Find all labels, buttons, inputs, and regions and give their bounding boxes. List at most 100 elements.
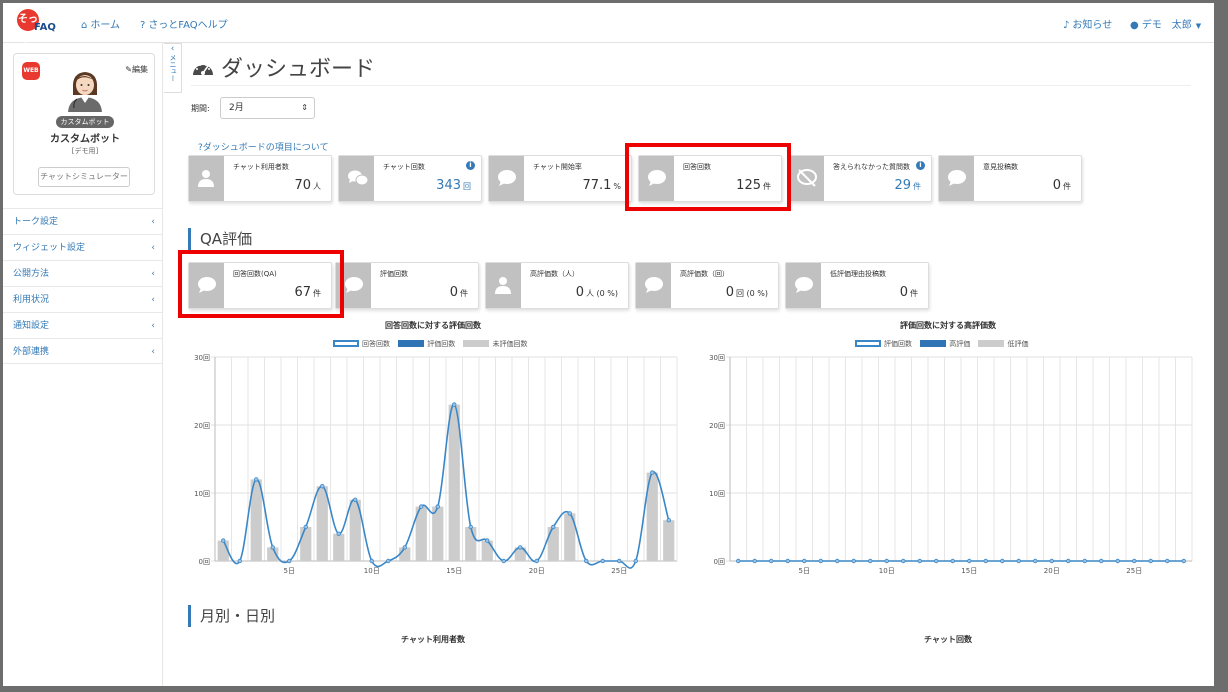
dashboard-help-link[interactable]: ?ダッシュボードの項目について [198, 140, 329, 153]
stat-number: 0 [899, 285, 908, 300]
stat-value: 70 人 [294, 178, 321, 193]
sidebar-item-usage[interactable]: 利用状況 ‹ [3, 286, 163, 312]
chat-icon [939, 156, 974, 201]
data-point [435, 504, 440, 509]
sidebar-item-integrations[interactable]: 外部連携 ‹ [3, 338, 163, 364]
nav-notice-link[interactable]: ♪ お知らせ [1063, 16, 1112, 31]
legend-label: 高評価 [949, 340, 971, 348]
sidebar: WEB ✎編集 カスタムボット カスタムボット [デモ用] チャットシミュレータ… [3, 43, 163, 686]
user-menu[interactable]: ● デモ 太郎 ▼ [1130, 16, 1201, 31]
legend-label: 未評価回数 [492, 340, 528, 348]
data-point [967, 558, 972, 564]
legend-item[interactable]: 回答回数 [333, 340, 390, 348]
x-tick-label: 10日 [364, 567, 380, 575]
data-point [752, 558, 757, 564]
y-tick-label: 0回 [199, 558, 210, 566]
legend-item[interactable]: 低評価 [978, 340, 1028, 348]
bar [333, 533, 345, 561]
dashboard-help-label: ダッシュボードの項目について [202, 143, 329, 153]
stat-card: 高評価数（回） 0 回 (0 %) [635, 262, 779, 309]
select-arrows-icon: ⇕ [301, 103, 308, 112]
stat-label: 高評価数（回） [680, 270, 729, 278]
nav-home-link[interactable]: ⌂ ホーム [81, 16, 120, 31]
sidebar-item-notifications[interactable]: 通知設定 ‹ [3, 312, 163, 338]
bot-tag: カスタムボット [56, 116, 114, 128]
data-point [254, 477, 259, 482]
qa-section-title: QA評価 [188, 228, 252, 250]
stat-value: 29 件 [894, 178, 921, 193]
question-circle-icon: ? [140, 20, 146, 31]
chevron-left-icon: ‹ [170, 44, 175, 54]
x-tick-label: 20日 [529, 567, 545, 575]
legend-item[interactable]: 未評価回数 [463, 340, 527, 348]
data-point [534, 558, 539, 564]
stat-label: 意見投稿数 [983, 163, 1018, 171]
data-point [1000, 558, 1005, 564]
stat-unit: 回 [463, 182, 471, 191]
x-tick-label: 15日 [961, 567, 977, 575]
sidebar-item-talk-settings[interactable]: トーク設定 ‹ [3, 208, 163, 234]
logo-text: FAQ [34, 22, 56, 33]
edit-link[interactable]: ✎編集 [125, 64, 148, 75]
sidebar-item-widget-settings[interactable]: ウィジェット設定 ‹ [3, 234, 163, 260]
data-point [221, 538, 226, 543]
data-point [1049, 558, 1054, 564]
data-point [1181, 558, 1186, 564]
sidebar-item-label: 公開方法 [13, 269, 50, 279]
menu-tab-label: メニュー [169, 54, 177, 82]
highlight-box-qa-answer-count [178, 250, 344, 318]
no-chat-icon [789, 156, 824, 201]
legend-item[interactable]: 高評価 [920, 340, 970, 348]
avatar [68, 72, 102, 112]
data-point [452, 402, 457, 407]
data-point [270, 545, 275, 550]
chart-legend: 回答回数 評価回数 未評価回数 [333, 339, 533, 349]
data-point [785, 558, 790, 564]
data-point [884, 558, 889, 564]
stat-label: 高評価数（人） [530, 270, 579, 278]
nav-home-label: ホーム [90, 20, 121, 31]
data-point [666, 517, 671, 523]
nav-help-label: さっとFAQヘルプ [148, 20, 228, 31]
user-icon: ● [1130, 20, 1139, 31]
stat-card: 評価回数 0 件 [335, 262, 479, 309]
user-icon [189, 156, 224, 201]
data-point [818, 558, 823, 564]
sidebar-item-label: 利用状況 [13, 295, 50, 305]
data-point [336, 531, 341, 536]
app-logo[interactable]: そっと FAQ [17, 9, 63, 47]
stat-value: 0件 [1053, 178, 1071, 193]
bar [547, 527, 559, 561]
chevron-left-icon: ‹ [151, 347, 155, 357]
data-point [802, 558, 807, 564]
menu-collapse-tab[interactable]: ‹ メニュー [164, 43, 182, 93]
chats-icon [339, 156, 374, 201]
chat-simulator-button[interactable]: チャットシミュレーター [38, 167, 130, 187]
legend-item[interactable]: 評価回数 [855, 340, 912, 348]
data-point [468, 524, 473, 530]
data-point [353, 497, 358, 502]
data-point [950, 558, 955, 564]
info-icon[interactable]: i [916, 161, 925, 170]
data-point [287, 558, 292, 564]
stat-number: 0 [1052, 178, 1061, 193]
nav-help-link[interactable]: ? さっとFAQヘルプ [140, 16, 228, 31]
data-point [600, 558, 605, 564]
stat-unit: 件 [460, 289, 468, 298]
legend-swatch [920, 340, 947, 347]
data-point [769, 558, 774, 564]
info-icon[interactable]: i [466, 161, 475, 170]
chevron-left-icon: ‹ [151, 321, 155, 331]
x-tick-label: 5日 [284, 567, 295, 575]
data-point [868, 558, 873, 564]
bot-name: カスタムボット [50, 134, 120, 145]
stat-number: 0 [575, 285, 584, 300]
data-point [1148, 558, 1153, 564]
legend-item[interactable]: 評価回数 [398, 340, 455, 348]
stat-number: 70 [294, 178, 311, 193]
stat-number: 29 [894, 178, 911, 193]
period-select[interactable]: 2月 ⇕ [220, 97, 315, 119]
sidebar-item-publish[interactable]: 公開方法 ‹ [3, 260, 163, 286]
legend-swatch [398, 340, 425, 347]
data-point [650, 470, 655, 475]
